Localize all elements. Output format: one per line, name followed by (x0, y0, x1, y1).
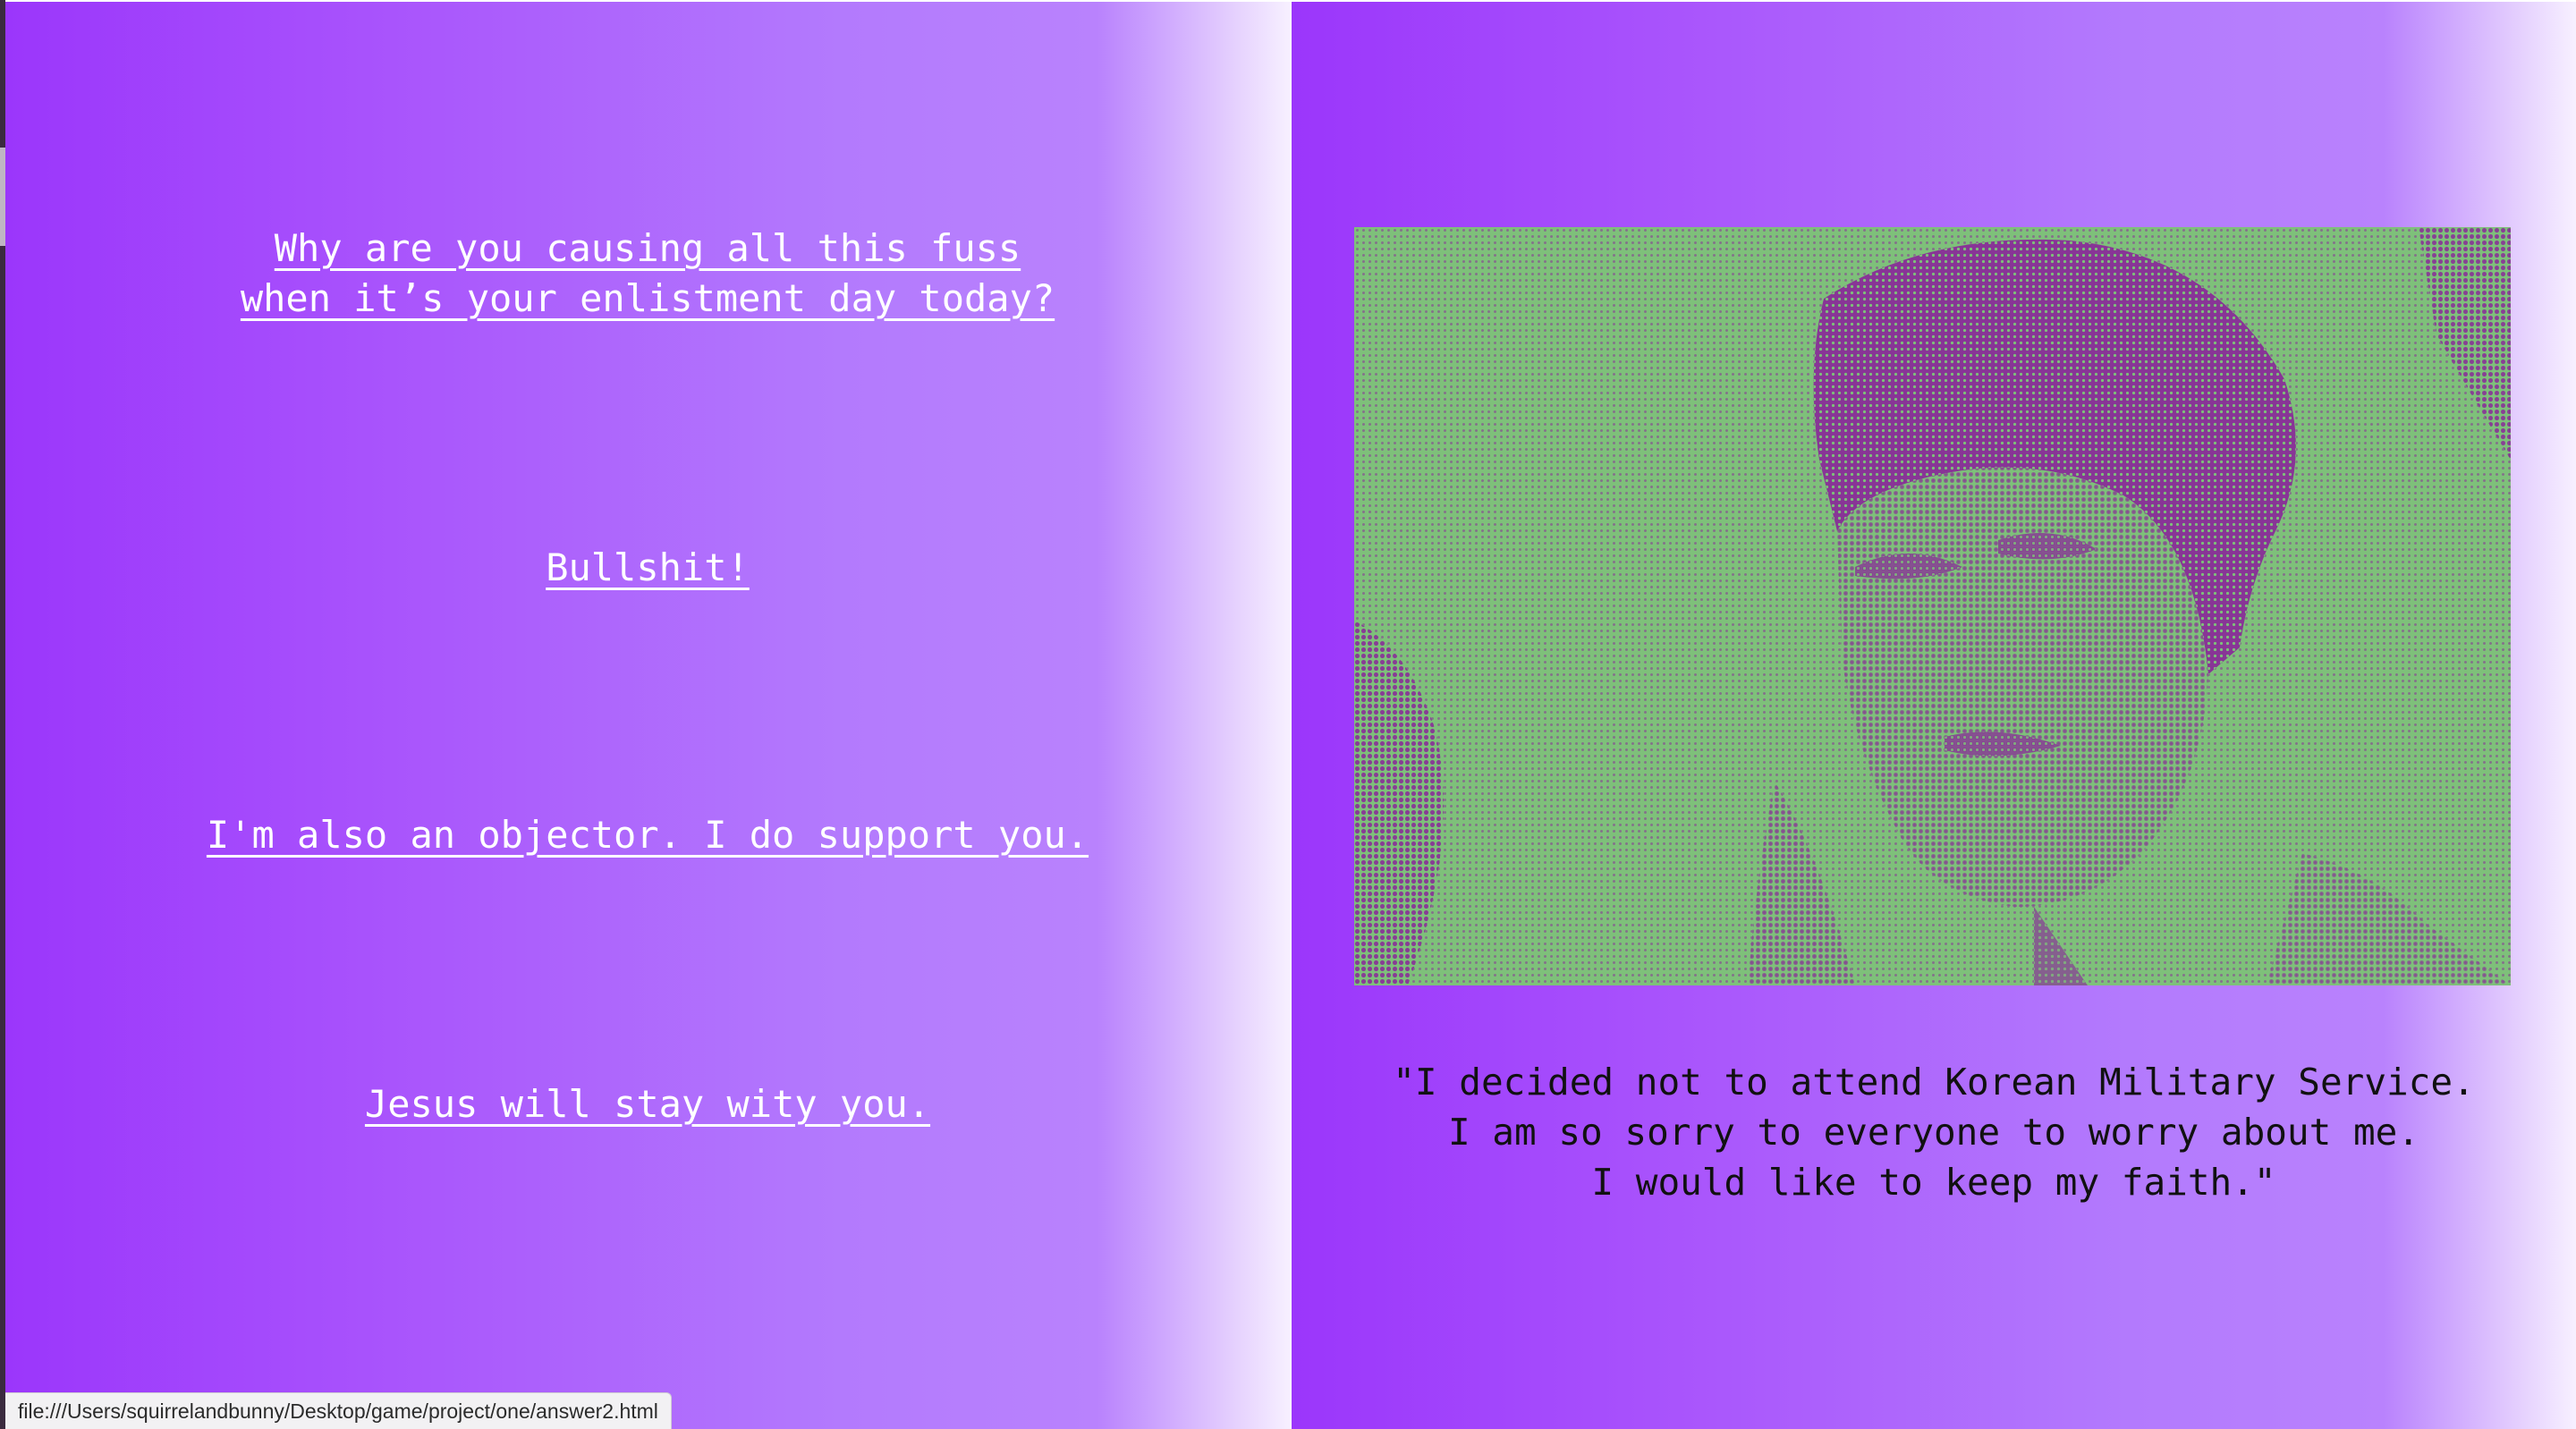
status-url: file:///Users/squirrelandbunny/Desktop/g… (18, 1399, 658, 1423)
quote-line-3: I would like to keep my faith." (1591, 1161, 2276, 1204)
choice-link-jesus[interactable]: Jesus will stay wity you. (5, 1079, 1290, 1129)
choice-link-jesus-text: Jesus will stay wity you. (364, 1082, 931, 1126)
choice-link-fuss-line-1: Why are you causing all this fuss (274, 226, 1021, 270)
choice-link-objector[interactable]: I'm also an objector. I do support you. (5, 810, 1290, 860)
choice-link-bullshit[interactable]: Bullshit! (5, 543, 1290, 593)
choice-link-bullshit-text: Bullshit! (546, 545, 750, 589)
link-status-bar: file:///Users/squirrelandbunny/Desktop/g… (5, 1392, 672, 1429)
quote-line-2: I am so sorry to everyone to worry about… (1447, 1111, 2420, 1154)
halftone-portrait-image (1354, 227, 2511, 985)
quote-line-1: "I decided not to attend Korean Military… (1393, 1061, 2475, 1103)
portrait-silhouette (1354, 227, 2511, 985)
choice-link-fuss[interactable]: Why are you causing all this fuss when i… (5, 224, 1290, 324)
choice-link-fuss-line-2: when it’s your enlistment day today? (240, 276, 1055, 320)
choice-link-objector-text: I'm also an objector. I do support you. (206, 813, 1089, 857)
quote-text: "I decided not to attend Korean Military… (1292, 1057, 2576, 1207)
browser-viewport: Why are you causing all this fuss when i… (0, 0, 2576, 1429)
choices-pane: Why are you causing all this fuss when i… (5, 2, 1290, 1429)
story-pane: "I decided not to attend Korean Military… (1292, 2, 2576, 1429)
